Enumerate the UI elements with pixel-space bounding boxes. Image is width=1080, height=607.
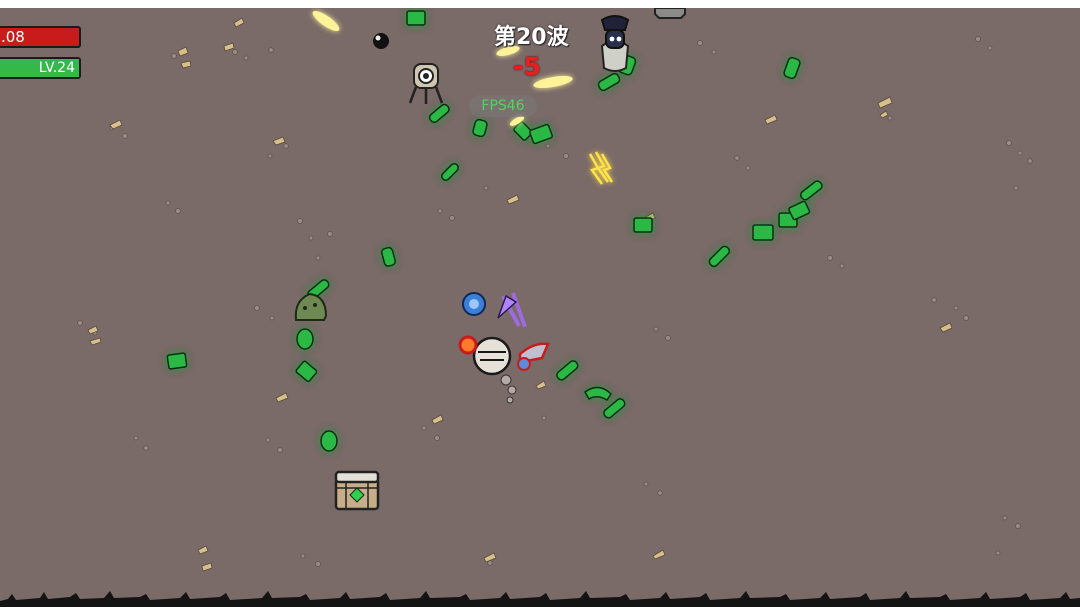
material-drop [584,386,612,402]
health-bar: .08 [0,26,81,48]
ground-pebbles [77,36,1033,567]
material-drops [166,10,823,452]
material-drop [708,245,731,268]
material-drop [529,123,553,145]
material-drop [472,118,488,138]
bomb-projectile [373,33,389,49]
hooded-sack-enemy [600,15,630,72]
material-drop [296,328,314,350]
treasure-crate [334,470,380,511]
material-drop [380,246,396,267]
mossy-blob-enemy [294,292,328,321]
material-drop [406,10,426,26]
experience-bar: LV.24 [0,57,81,79]
material-drop [441,163,459,181]
material-drop [633,217,653,233]
material-drop [428,103,450,124]
material-drop [597,72,621,92]
material-drop [799,180,823,201]
damage-popup: -5 [513,52,541,81]
material-drop [295,360,318,383]
armored-potato-player [458,292,550,404]
bottom-grass-edge [0,591,1080,607]
material-drop [556,360,579,381]
yellow-bullet [312,10,340,32]
material-drop [166,352,188,370]
game-arena[interactable] [0,8,1080,607]
lightning-bolt [588,151,614,185]
arena-scene [0,8,1080,607]
wave-title: 第20波 [494,25,569,50]
fps-counter: FPS46 [469,95,537,117]
health-text: .08 [1,28,25,46]
material-drop [752,224,774,241]
material-drop [783,56,801,80]
level-text: LV.24 [38,60,75,76]
material-drop [320,430,338,452]
material-drop [603,398,626,419]
partial-enemy-top [654,8,686,19]
one-eyed-tripod-enemy [408,63,444,104]
